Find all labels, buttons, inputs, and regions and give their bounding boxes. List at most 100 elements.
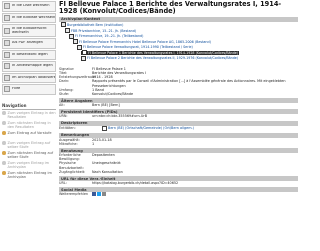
tree-node[interactable]: FBB Privatarchive, 15.-21. Jh. (Bestand) bbox=[65, 28, 137, 34]
field-row: Physische Benutzbarkeit: Uneingeschränkt bbox=[59, 161, 298, 169]
next-plan-icon bbox=[2, 171, 6, 175]
folder-icon bbox=[77, 44, 82, 50]
social-section: Social Media Weiterempfehlen bbox=[59, 187, 298, 197]
next-result-icon bbox=[2, 121, 6, 125]
menu-pdf[interactable]: Als PDF anzeigen bbox=[2, 38, 56, 49]
menu-list-view[interactable]: In die Liste wechseln bbox=[2, 1, 56, 12]
nav-label: Zum vorigen Eintrag auf selber Stufe bbox=[7, 140, 51, 149]
menu-label: In die Bildliste wechseln bbox=[12, 15, 55, 19]
folder-icon bbox=[69, 33, 74, 39]
sidebar: In die Liste wechseln In die Bildliste w… bbox=[0, 0, 57, 251]
folder-icon bbox=[73, 39, 78, 45]
menu-help[interactable]: Hilfe bbox=[2, 84, 56, 95]
entity-link[interactable]: Bern (BE) (Ortschaft/Gemeinde) (Ort/Bern… bbox=[108, 126, 194, 130]
field-row: Erforderliche Bewilligung: Depositenten bbox=[59, 153, 298, 161]
menu-label: Hilfe bbox=[12, 87, 21, 91]
menu-label: In die Liste wechseln bbox=[12, 4, 50, 8]
tree-node-selected[interactable]: FI Bellevue Palace 1 Berichte des Verwal… bbox=[81, 50, 240, 56]
document-icon bbox=[82, 50, 87, 56]
url-value[interactable]: https://katalog.burgerbib.ch/detail.aspx… bbox=[92, 181, 298, 185]
menu-locate[interactable]: Im Archivplan lokalisieren bbox=[2, 72, 56, 83]
image-list-icon bbox=[4, 14, 10, 21]
tree-node-label: FI Bellevue Palace 1 Berichte des Verwal… bbox=[88, 50, 239, 55]
folder-icon bbox=[4, 63, 10, 70]
field-row: Darin: Rapports présentés par le Conseil… bbox=[59, 79, 298, 87]
twitter-icon[interactable] bbox=[97, 192, 101, 197]
tree-node[interactable]: FI Bellevue Palace 2 Berichte des Verwal… bbox=[81, 55, 238, 61]
field-row: Mikrofiche: 1 bbox=[59, 142, 298, 146]
menu-label: Im Archivplan lokalisieren bbox=[12, 75, 55, 79]
help-icon bbox=[4, 86, 10, 93]
menu-label: In die Bildübersicht wechseln bbox=[12, 26, 47, 34]
menu-image-list[interactable]: In die Bildliste wechseln bbox=[2, 12, 56, 23]
next-sibling-icon bbox=[2, 151, 6, 155]
image-overview-icon bbox=[4, 27, 10, 34]
nav-up-level[interactable]: Zum Eintrag auf Vorstufe bbox=[2, 131, 56, 140]
folder-icon bbox=[65, 28, 70, 34]
pid-section: Persistent Identifiers (PIDs) URN: urn:n… bbox=[59, 109, 298, 118]
expand-box-icon[interactable] bbox=[102, 125, 107, 131]
field-key: Darin: bbox=[59, 79, 70, 84]
nav-prev-result[interactable]: Zum vorigen Eintrag in den Resultaten bbox=[2, 111, 56, 120]
usage-section: Benutzung Erforderliche Bewilligung: Dep… bbox=[59, 148, 298, 174]
field-value: Rapports présentés par le Conseil d'Admi… bbox=[92, 79, 286, 88]
menu-label: In Arbeitsmappe legen bbox=[12, 64, 53, 68]
field-key: Weiterempfehlen bbox=[59, 192, 89, 197]
document-icon bbox=[81, 55, 86, 61]
field-row: URN: urn:nbn:ch:bbr-355569#urn-UrB bbox=[59, 114, 298, 118]
tree-node[interactable]: FI Bellevue Palace Firmenarchiv Hotel Be… bbox=[73, 39, 211, 45]
nav-prev-plan[interactable]: Zum vorigen Eintrag im Archivplan bbox=[2, 161, 56, 170]
tree-node-label: Burgerbibliothek Bern (Institution) bbox=[67, 22, 124, 27]
field-row: Entitäten: Bern (BE) (Ortschaft/Gemeinde… bbox=[59, 125, 298, 131]
tree-node-label: FBB Privatarchive, 15.-21. Jh. (Bestand) bbox=[71, 28, 137, 33]
prev-sibling-icon bbox=[2, 141, 6, 145]
field-value: Nach Konsultation bbox=[92, 169, 123, 174]
menu-label: In Bestellkorb legen bbox=[12, 52, 48, 56]
urn-link[interactable]: urn:nbn:ch:bbr-355569#urn-UrB bbox=[92, 114, 298, 118]
prev-result-icon bbox=[2, 111, 6, 115]
menu-image-overview[interactable]: In die Bildübersicht wechseln bbox=[2, 24, 56, 37]
mail-icon[interactable] bbox=[102, 192, 106, 197]
tree-node[interactable]: FI Firmenarchive, 19.-21. Jh. (Teilbesta… bbox=[69, 33, 144, 39]
page-title: FI Bellevue Palace 1 Berichte des Verwal… bbox=[59, 0, 282, 16]
nav-label: Zum vorigen Eintrag in den Resultaten bbox=[7, 110, 56, 119]
prev-plan-icon bbox=[2, 161, 6, 165]
nav-label: Zum vorigen Eintrag im Archivplan bbox=[7, 160, 50, 169]
field-key: Stufe: bbox=[59, 92, 70, 97]
archival-tree: Burgerbibliothek Bern (Institution) FBB … bbox=[59, 22, 298, 66]
tree-node-label: FI Bellevue Palace Verwaltungsrat, 1914-… bbox=[83, 45, 193, 50]
descriptors-section: Deskriptoren Entitäten: Bern (BE) (Ortsc… bbox=[59, 120, 298, 131]
navigation-divider bbox=[2, 108, 56, 110]
tree-node-label: FI Firmenarchive, 19.-21. Jh. (Teilbesta… bbox=[75, 34, 144, 39]
detail-fields: Signatur: FI Bellevue Palace 1 Titel: Be… bbox=[59, 67, 298, 96]
tree-node-label: FI Bellevue Palace Firmenarchiv Hotel Be… bbox=[79, 39, 211, 44]
up-level-icon bbox=[2, 131, 6, 135]
field-row: Zugänglichkeit: Nach Konsultation bbox=[59, 170, 298, 174]
tree-node[interactable]: FI Bellevue Palace Verwaltungsrat, 1914-… bbox=[77, 44, 193, 50]
field-key: Erforderliche Bewilligung: bbox=[59, 153, 81, 162]
list-icon bbox=[4, 3, 10, 10]
field-value: Depositenten bbox=[92, 153, 115, 158]
facebook-icon[interactable] bbox=[92, 192, 96, 197]
field-key: URN: bbox=[59, 114, 68, 119]
menu-label: Als PDF anzeigen bbox=[12, 41, 43, 45]
field-key: Alt: bbox=[59, 103, 65, 108]
remarks-section: Bemerkungen Ausgewählt: 2023-01-18 Mikro… bbox=[59, 132, 298, 146]
nav-next-result[interactable]: Zum nächsten Eintrag in den Resultaten bbox=[2, 121, 56, 130]
field-row: Stufe: Konvolut/Codices/Bände bbox=[59, 92, 298, 96]
url-section: URL für diese Verz.-Einheit URL: https:/… bbox=[59, 176, 298, 185]
menu-folder[interactable]: In Arbeitsmappe legen bbox=[2, 61, 56, 72]
field-value: Bern (BE) [Bern] bbox=[92, 103, 120, 108]
field-value: 1 bbox=[92, 141, 95, 146]
field-value: Konvolut/Codices/Bände bbox=[92, 92, 134, 97]
nav-label: Zum Eintrag auf Vorstufe bbox=[7, 130, 52, 135]
tree-node[interactable]: Burgerbibliothek Bern (Institution) bbox=[61, 22, 124, 28]
nav-prev-sibling[interactable]: Zum vorigen Eintrag auf selber Stufe bbox=[2, 141, 56, 150]
nav-next-plan[interactable]: Zum nächsten Eintrag im Archivplan bbox=[2, 171, 56, 180]
locate-icon bbox=[4, 74, 10, 81]
nav-next-sibling[interactable]: Zum nächsten Eintrag auf selber Stufe bbox=[2, 151, 56, 160]
folder-icon bbox=[61, 22, 66, 28]
menu-order-basket[interactable]: In Bestellkorb legen bbox=[2, 49, 56, 60]
pdf-icon bbox=[4, 40, 10, 47]
navigation-title: Navigation bbox=[2, 102, 27, 108]
